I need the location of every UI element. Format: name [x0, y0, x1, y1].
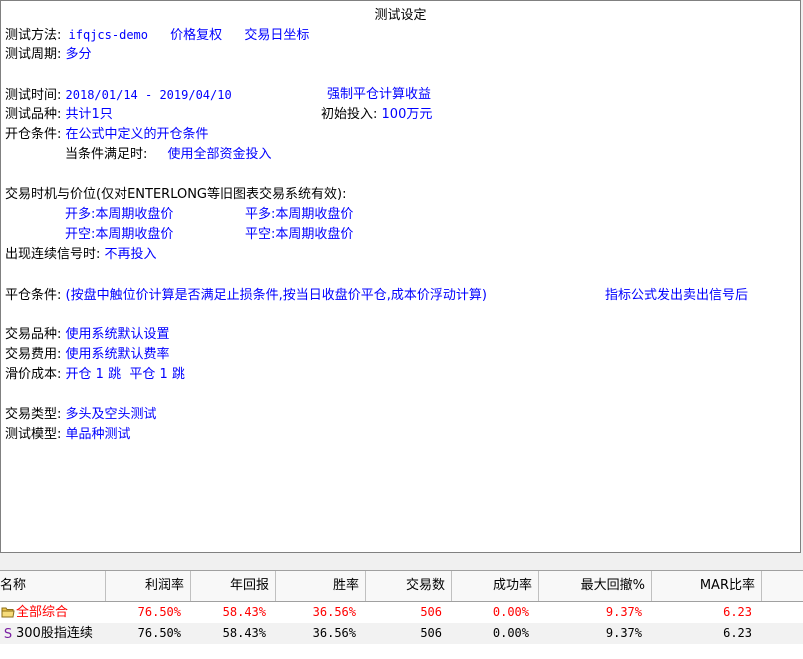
type-value: 多头及空头测试 [65, 407, 157, 422]
table-row[interactable]: S 300股指连续 76.50% 58.43% 36.56% 506 0.00%… [0, 623, 803, 644]
col-annual-return[interactable]: 年回报 [191, 571, 276, 601]
period-value: 多分 [65, 47, 92, 62]
row-mar-ratio: 6.23 [723, 626, 752, 640]
close-cond-value: (按盘中触位价计算是否满足止损条件,按当日收盘价平仓,成本价浮动计算) [65, 288, 487, 303]
report-title: 测试设定 [374, 8, 427, 23]
timing-label: 交易时机与价位(仅对ENTERLONG等旧图表交易系统有效): [5, 187, 347, 202]
slip-line: 滑价成本: 开仓 1 跳 平仓 1 跳 [5, 366, 185, 384]
fee-value: 使用系统默认费率 [65, 347, 170, 362]
variety-value: 共计1只 [65, 107, 113, 122]
row-name: 300股指连续 [16, 626, 93, 641]
when-line: 当条件满足时: 使用全部资金投入 [65, 146, 272, 164]
row-name: 全部综合 [16, 605, 69, 620]
method-line: 测试方法: ifqjcs-demo 价格复权 交易日坐标 [5, 26, 309, 45]
row-success-rate: 0.00% [492, 605, 529, 619]
time-line: 测试时间: 2018/01/14 - 2019/04/10 [5, 86, 232, 105]
fee-line: 交易费用: 使用系统默认费率 [5, 346, 170, 364]
time-label: 测试时间: [5, 88, 62, 103]
row-success-rate: 0.00% [492, 626, 529, 640]
type-line: 交易类型: 多头及空头测试 [5, 406, 157, 424]
force-close: 强制平仓计算收益 [327, 87, 432, 102]
open-line: 开仓条件: 在公式中定义的开仓条件 [5, 126, 209, 144]
row-annual-return: 58.43% [222, 626, 266, 640]
when-label: 当条件满足时: [65, 147, 148, 162]
model-value: 单品种测试 [65, 427, 131, 442]
row-trades: 506 [420, 605, 442, 619]
col-profit-rate[interactable]: 利润率 [106, 571, 191, 601]
period-label: 测试周期: [5, 47, 62, 62]
slip-value: 开仓 1 跳 平仓 1 跳 [65, 367, 185, 382]
close-cond-label: 平仓条件: [5, 288, 62, 303]
variety-label: 测试品种: [5, 107, 62, 122]
model-line: 测试模型: 单品种测试 [5, 426, 131, 444]
initial-value: 100万元 [381, 107, 433, 122]
when-value: 使用全部资金投入 [167, 147, 272, 162]
consecutive-value: 不再投入 [104, 247, 157, 262]
row-annual-return: 58.43% [222, 605, 266, 619]
close-cond-line: 平仓条件: (按盘中触位价计算是否满足止损条件,按当日收盘价平仓,成本价浮动计算… [5, 287, 487, 305]
row-mar-ratio: 6.23 [723, 605, 752, 619]
close-cond-extra: 指标公式发出卖出信号后 [605, 288, 749, 303]
close-short: 平空:本周期收盘价 [245, 227, 354, 242]
col-trades[interactable]: 交易数 [366, 571, 452, 601]
table-header: 名称 利润率 年回报 胜率 交易数 成功率 最大回撤% MAR比率 [0, 571, 803, 602]
row-max-drawdown: 9.37% [605, 605, 642, 619]
trade-variety-line: 交易品种: 使用系统默认设置 [5, 326, 170, 344]
col-max-drawdown[interactable]: 最大回撤% [539, 571, 652, 601]
close-long: 平多:本周期收盘价 [245, 207, 354, 222]
test-settings-panel: 测试设定 测试方法: ifqjcs-demo 价格复权 交易日坐标 测试周期: … [0, 0, 801, 553]
consecutive-label: 出现连续信号时: [5, 247, 101, 262]
open-short: 开空:本周期收盘价 [65, 227, 174, 242]
initial-line: 初始投入: 100万元 [321, 106, 432, 124]
time-value: 2018/01/14 - 2019/04/10 [65, 88, 232, 102]
open-label: 开仓条件: [5, 127, 62, 142]
type-label: 交易类型: [5, 407, 62, 422]
row-profit-rate: 76.50% [137, 605, 181, 619]
open-long: 开多:本周期收盘价 [65, 207, 174, 222]
open-value: 在公式中定义的开仓条件 [65, 127, 209, 142]
price-adjust: 价格复权 [170, 28, 223, 43]
row-max-drawdown: 9.37% [605, 626, 642, 640]
initial-label: 初始投入: [321, 107, 378, 122]
row-profit-rate: 76.50% [137, 626, 181, 640]
col-success-rate[interactable]: 成功率 [452, 571, 539, 601]
col-win-rate[interactable]: 胜率 [276, 571, 366, 601]
method-label: 测试方法: [5, 28, 62, 43]
splitter[interactable] [0, 553, 803, 569]
period-line: 测试周期: 多分 [5, 46, 92, 64]
table-row[interactable]: 全部综合 76.50% 58.43% 36.56% 506 0.00% 9.37… [0, 602, 803, 623]
coord-mode: 交易日坐标 [244, 28, 310, 43]
variety-line: 测试品种: 共计1只 [5, 106, 113, 124]
method-value: ifqjcs-demo [68, 28, 149, 42]
consecutive-line: 出现连续信号时: 不再投入 [5, 246, 157, 264]
col-name[interactable]: 名称 [0, 571, 106, 601]
row-trades: 506 [420, 626, 442, 640]
results-table: 名称 利润率 年回报 胜率 交易数 成功率 最大回撤% MAR比率 全部综合 7… [0, 570, 803, 659]
model-label: 测试模型: [5, 427, 62, 442]
row-win-rate: 36.56% [312, 626, 356, 640]
trade-variety-value: 使用系统默认设置 [65, 327, 170, 342]
row-win-rate: 36.56% [312, 605, 356, 619]
fee-label: 交易费用: [5, 347, 62, 362]
slip-label: 滑价成本: [5, 367, 62, 382]
trade-variety-label: 交易品种: [5, 327, 62, 342]
col-mar-ratio[interactable]: MAR比率 [652, 571, 762, 601]
